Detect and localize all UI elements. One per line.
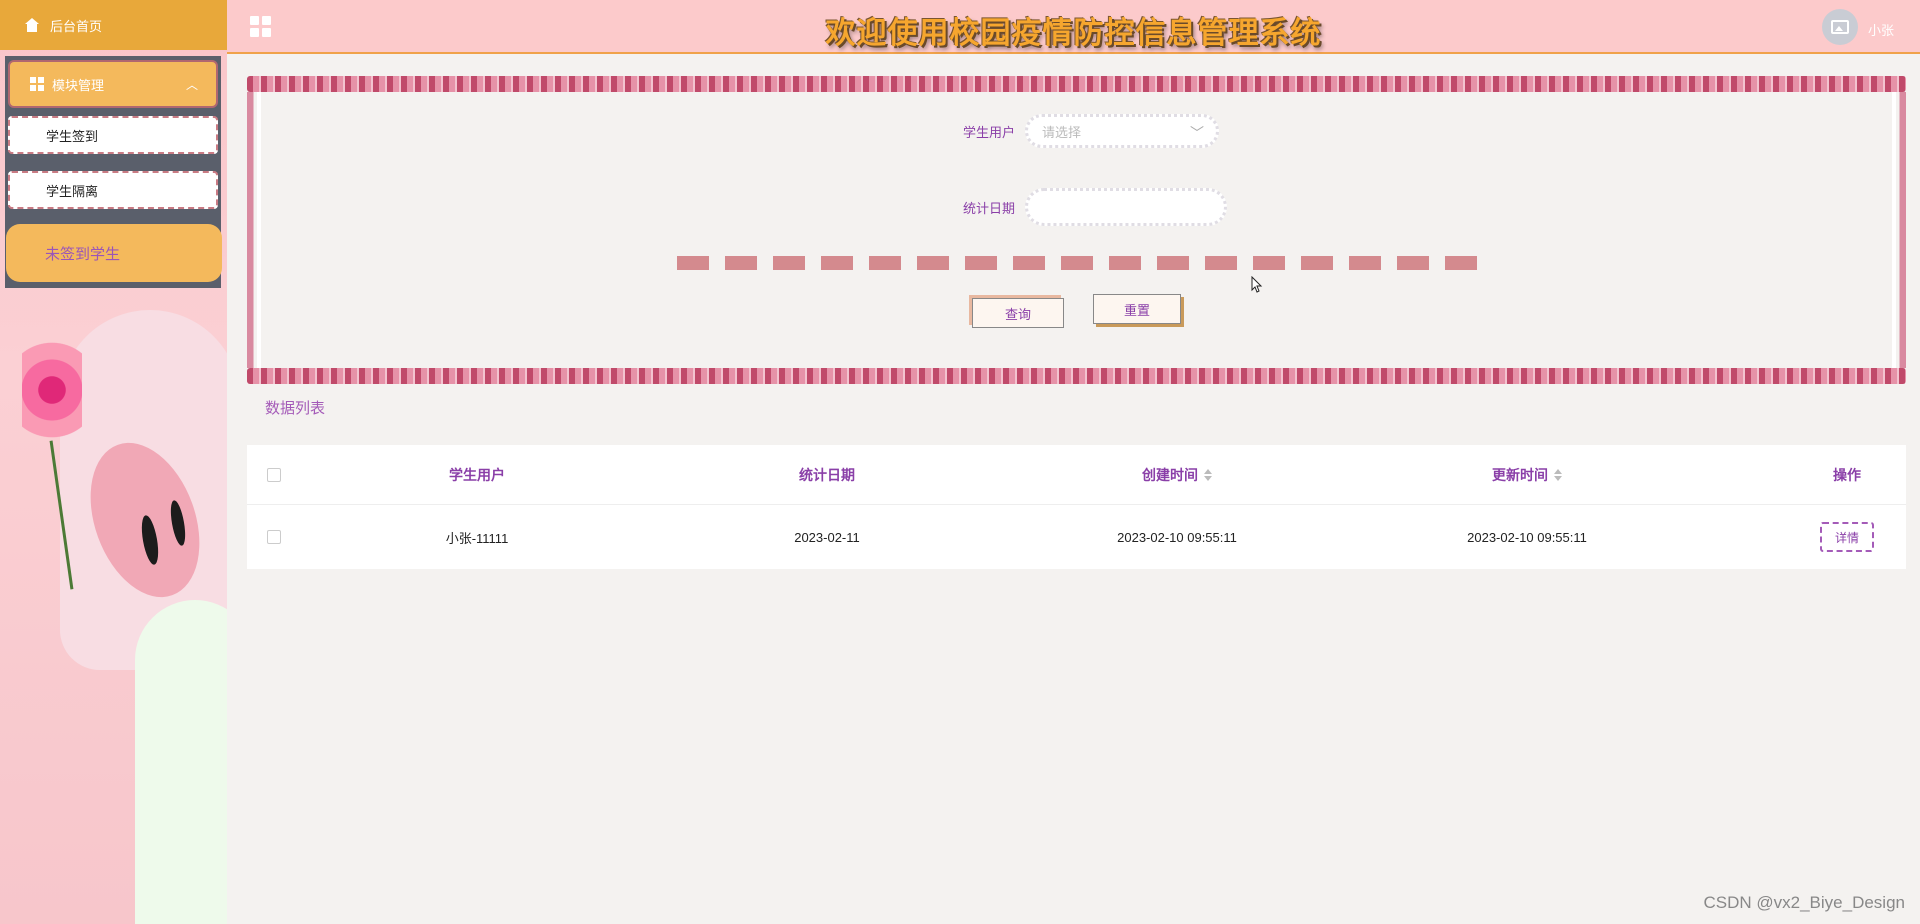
dashed-divider xyxy=(677,256,1477,270)
sidebar: 后台首页 模块管理 ︿ 学生签到 学生隔离 未签到学生 xyxy=(0,0,227,924)
sidebar-item-home[interactable]: 后台首页 xyxy=(0,0,227,50)
sidebar-item-student-isolation[interactable]: 学生隔离 xyxy=(8,171,218,209)
mouse-cursor-icon xyxy=(1251,276,1263,293)
column-header-updated[interactable]: 更新时间 xyxy=(1427,445,1627,504)
data-table: 学生用户 统计日期 创建时间 更新时间 操作 小张-11111 2023-02-… xyxy=(247,445,1906,569)
student-filter-label: 学生用户 xyxy=(962,124,1015,140)
sidebar-item-label: 学生签到 xyxy=(46,128,99,144)
sidebar-item-label: 后台首页 xyxy=(50,18,103,34)
row-select-cell xyxy=(247,505,301,569)
student-select[interactable]: 请选择 ﹀ xyxy=(1025,114,1219,148)
sidebar-item-label: 未签到学生 xyxy=(45,245,121,263)
student-select-placeholder: 请选择 xyxy=(1042,124,1082,140)
sidebar-item-label: 学生隔离 xyxy=(46,183,99,199)
column-header-created[interactable]: 创建时间 xyxy=(1077,445,1277,504)
column-header: 操作 xyxy=(1802,445,1892,504)
decorative-border xyxy=(247,76,1906,92)
grid-icon xyxy=(30,77,44,91)
top-header: 欢迎使用校园疫情防控信息管理系统 小张 xyxy=(227,0,1920,54)
cell-date: 2023-02-11 xyxy=(794,529,860,545)
column-header-actions: 操作 xyxy=(1833,466,1861,483)
decorative-border xyxy=(1892,92,1896,368)
search-panel: 学生用户 请选择 ﹀ 统计日期 查询 重置 xyxy=(247,76,1906,384)
sidebar-decoration xyxy=(22,330,82,450)
decorative-border xyxy=(247,368,1906,384)
row-checkbox[interactable] xyxy=(267,530,281,544)
sort-icon[interactable] xyxy=(1204,468,1212,482)
select-all-cell xyxy=(247,445,301,504)
home-icon xyxy=(24,18,40,32)
username[interactable]: 小张 xyxy=(1868,20,1894,39)
decorative-border xyxy=(257,92,261,368)
column-header-label: 创建时间 xyxy=(1142,466,1198,483)
watermark: CSDN @vx2_Biye_Design xyxy=(1703,893,1905,912)
table-header: 学生用户 统计日期 创建时间 更新时间 操作 xyxy=(247,445,1906,505)
sidebar-item-unchecked-students[interactable]: 未签到学生 xyxy=(6,224,222,282)
column-header-student: 学生用户 xyxy=(449,466,505,483)
column-header: 统计日期 xyxy=(727,445,927,504)
sidebar-item-student-checkin[interactable]: 学生签到 xyxy=(8,116,218,154)
cell-created: 2023-02-10 09:55:11 xyxy=(1117,529,1237,545)
date-filter-row: 统计日期 xyxy=(935,188,1227,226)
sidebar-item-module-management[interactable]: 模块管理 ︿ xyxy=(8,60,218,108)
date-input[interactable] xyxy=(1025,188,1227,226)
column-header-date: 统计日期 xyxy=(799,466,855,483)
chevron-up-icon: ︿ xyxy=(185,78,198,92)
column-header: 学生用户 xyxy=(377,445,577,504)
reset-button[interactable]: 重置 xyxy=(1093,294,1181,324)
page-title: 欢迎使用校园疫情防控信息管理系统 xyxy=(825,17,1322,50)
column-header-label: 更新时间 xyxy=(1492,466,1548,483)
date-filter-label: 统计日期 xyxy=(962,200,1015,216)
sidebar-decoration xyxy=(135,600,227,924)
chevron-down-icon: ﹀ xyxy=(1190,125,1204,141)
select-all-checkbox[interactable] xyxy=(267,467,281,482)
cell-updated: 2023-02-10 09:55:11 xyxy=(1467,529,1587,545)
cell-student: 小张-11111 xyxy=(445,530,509,546)
table-row: 小张-11111 2023-02-11 2023-02-10 09:55:11 … xyxy=(247,505,1906,569)
student-filter-row: 学生用户 请选择 ﹀ xyxy=(935,114,1219,148)
image-icon xyxy=(1831,20,1849,34)
data-list-title: 数据列表 xyxy=(265,400,326,417)
avatar[interactable] xyxy=(1822,9,1858,45)
cell-actions: 详情 xyxy=(1802,505,1892,569)
sort-icon[interactable] xyxy=(1554,468,1562,482)
detail-button[interactable]: 详情 xyxy=(1820,522,1874,552)
query-button[interactable]: 查询 xyxy=(972,298,1064,328)
sidebar-item-label: 模块管理 xyxy=(52,77,105,93)
